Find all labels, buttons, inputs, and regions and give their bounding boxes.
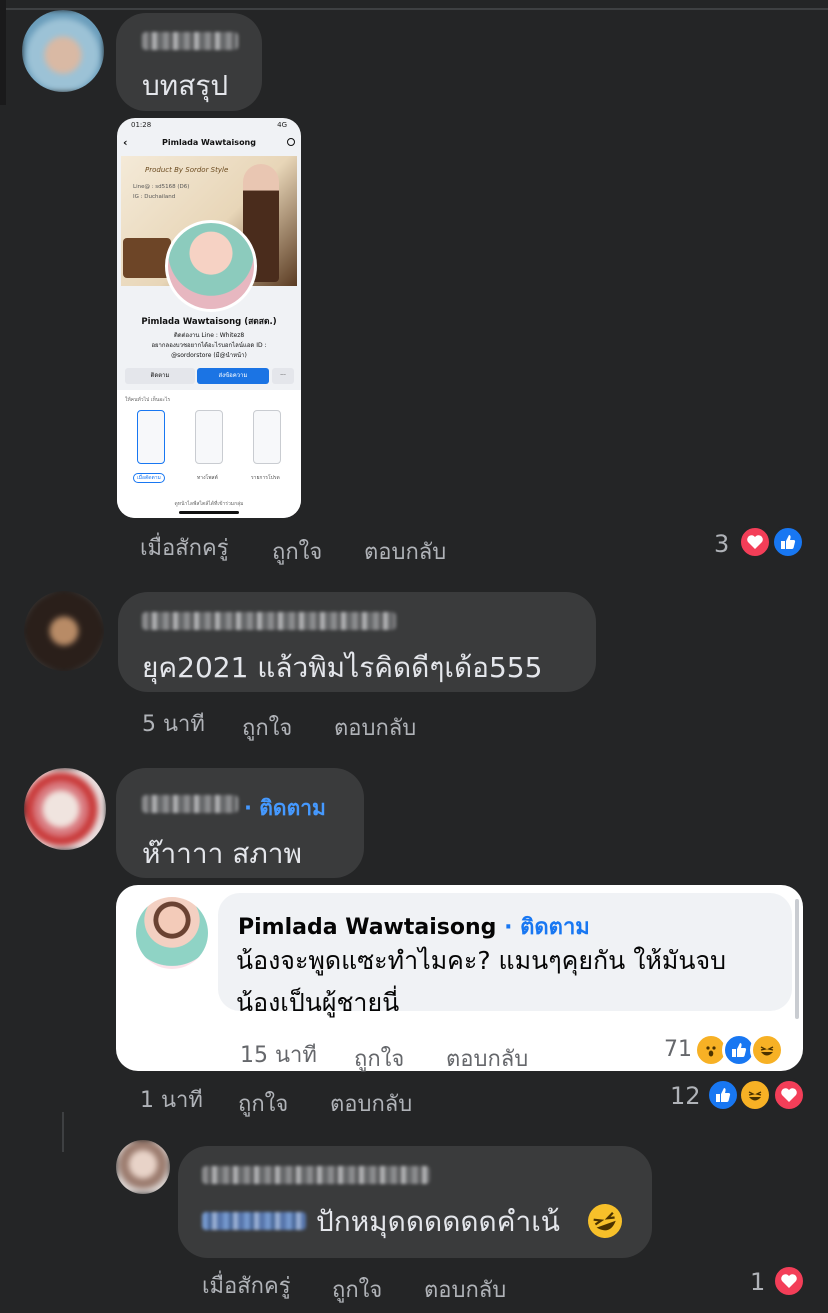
cover-brand: Product By Sordor Style <box>145 166 229 174</box>
like-button[interactable]: ถูกใจ <box>354 1041 404 1076</box>
status-bar: 01:28 4G <box>117 118 301 132</box>
comment-text: ปักหมุดดดดดดคำเน้ <box>316 1205 560 1238</box>
status-network: 4G <box>277 121 287 129</box>
like-button[interactable]: ถูกใจ <box>238 1086 288 1121</box>
scrollbar[interactable] <box>795 899 799 1019</box>
reaction-count[interactable]: 1 <box>750 1268 765 1296</box>
follow-link[interactable]: · ติดตาม <box>244 792 326 825</box>
home-indicator <box>179 511 239 514</box>
reply-button[interactable]: ตอบกลับ <box>446 1041 528 1076</box>
comment-time[interactable]: เมื่อสักครู่ <box>202 1268 291 1303</box>
status-time: 01:28 <box>131 121 152 129</box>
attached-screenshot[interactable]: 01:28 4G ‹ Pimlada Wawtaisong Product By… <box>117 118 301 518</box>
page-title: Pimlada Wawtaisong <box>162 138 256 147</box>
left-edge <box>0 0 6 105</box>
like-button[interactable]: ถูกใจ <box>272 534 322 569</box>
reply-author[interactable]: Pimlada Wawtaisong · ติดตาม <box>238 909 590 944</box>
profile-bio-3: @sordorstore (มี@นำหน้า) <box>171 352 247 359</box>
cover-line2: IG : Duchailand <box>133 194 176 200</box>
avatar[interactable] <box>24 768 106 850</box>
back-icon: ‹ <box>123 136 128 149</box>
reaction-count[interactable]: 3 <box>714 530 729 558</box>
message-button[interactable]: ส่งข้อความ <box>197 368 269 384</box>
reply-author-name[interactable]: Pimlada Wawtaisong <box>238 915 496 940</box>
layout-option-3-label: รายการโปรด <box>251 475 280 481</box>
commenter-name[interactable] <box>142 612 396 630</box>
more-button[interactable]: ··· <box>272 368 294 384</box>
reaction-count[interactable]: 12 <box>670 1082 701 1110</box>
cover-cup <box>123 238 171 278</box>
love-reaction-icon <box>772 1264 806 1298</box>
cover-line1: Line@ : sd5168 (D6) <box>133 184 190 190</box>
reply-text-line-2: น้องเป็นผู้ชายนี่ <box>236 988 400 1017</box>
sheet-title: ให้คนทั่วไป เห็นอะไร <box>125 397 171 403</box>
comment-time[interactable]: 1 นาที <box>140 1082 203 1117</box>
profile-name: Pimlada Wawtaisong (สดสด.) <box>141 317 277 327</box>
follow-link[interactable]: · ติดตาม <box>504 915 590 940</box>
reply-button[interactable]: ตอบกลับ <box>330 1086 412 1121</box>
avatar[interactable] <box>22 10 104 92</box>
like-button[interactable]: ถูกใจ <box>242 710 292 745</box>
avatar[interactable] <box>24 591 104 671</box>
reaction-count[interactable]: 71 <box>664 1037 692 1062</box>
commenter-name[interactable] <box>202 1166 430 1184</box>
tagged-user[interactable] <box>202 1212 306 1230</box>
haha-reaction-icon <box>750 1033 784 1067</box>
search-icon <box>287 138 295 146</box>
comment-time[interactable]: เมื่อสักครู่ <box>140 530 229 565</box>
like-button[interactable]: ถูกใจ <box>332 1272 382 1307</box>
profile-bio-2: อยากลองบวชอยากได้อะไรบอกไลน์แอด ID : <box>151 342 267 349</box>
commenter-name[interactable] <box>142 32 238 50</box>
reply-time[interactable]: 15 นาที <box>240 1037 317 1072</box>
love-reaction-icon <box>772 1078 806 1112</box>
commenter-name[interactable] <box>142 795 238 813</box>
haha-reaction-icon <box>738 1078 772 1112</box>
reply-button[interactable]: ตอบกลับ <box>424 1272 506 1307</box>
page-header: ‹ Pimlada Wawtaisong <box>117 132 301 154</box>
layout-option-2-label: ทางโพสต์ <box>197 475 218 481</box>
layout-option-1-label: เมื่อตัดตาม <box>133 473 165 483</box>
avatar[interactable] <box>116 1140 170 1194</box>
profile-bio-1: ติดต่องาน Line : Whitez8 <box>173 332 245 339</box>
comment-time[interactable]: 5 นาที <box>142 706 205 741</box>
reply-thread-line <box>62 1112 64 1152</box>
love-reaction-icon <box>738 525 772 559</box>
comment-text: บทสรุป <box>142 69 229 102</box>
highlighted-reply[interactable]: Pimlada Wawtaisong · ติดตาม น้องจะพูดแซะ… <box>116 885 803 1072</box>
profile-picture <box>165 220 257 312</box>
avatar[interactable] <box>136 897 208 969</box>
follow-button[interactable]: ติดตาม <box>125 368 195 384</box>
reply-button[interactable]: ตอบกลับ <box>364 534 446 569</box>
layout-option-2[interactable] <box>195 410 223 464</box>
reply-button[interactable]: ตอบกลับ <box>334 710 416 745</box>
layout-option-1[interactable] <box>137 410 165 464</box>
like-reaction-icon <box>771 525 805 559</box>
layout-option-3[interactable] <box>253 410 281 464</box>
reply-text-line-1: น้องจะพูดแซะทำไมคะ? แมนๆคุยกัน ให้มันจบ <box>236 946 726 975</box>
sheet-footer: ดูหน้าไลฟ์สไตล์ได้ที่เข้าร่วมกลุ่ม <box>174 501 244 507</box>
top-divider <box>0 8 828 10</box>
comment-text: ยุค2021 แล้วพิมไรคิดดีๆเด้อ555 <box>142 651 543 684</box>
comment-text: ห๊าาาา สภาพ <box>142 837 302 870</box>
like-reaction-icon <box>706 1078 740 1112</box>
